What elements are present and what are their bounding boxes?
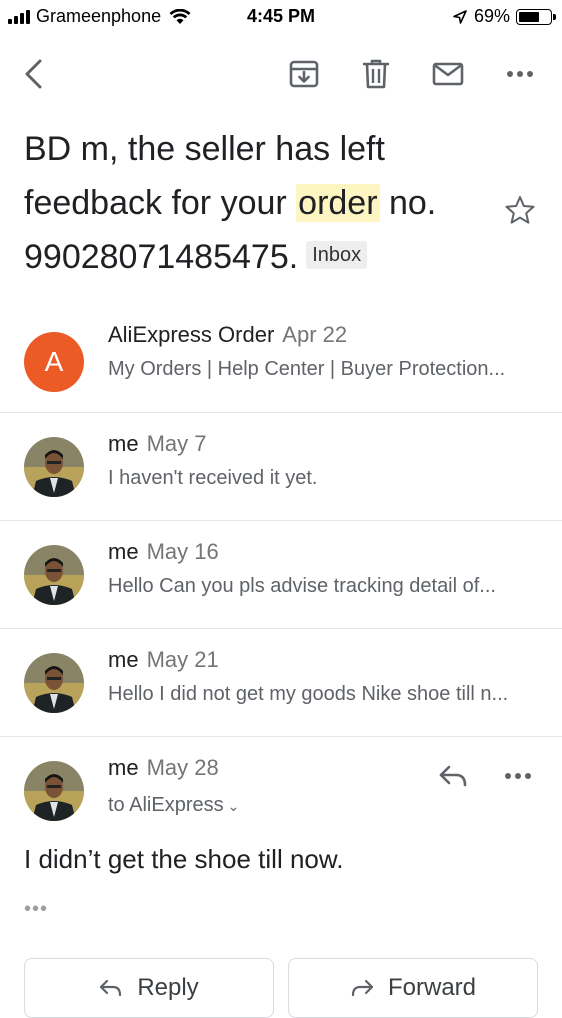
message-body: I didn’t get the shoe till now. xyxy=(24,844,344,874)
message-date: May 28 xyxy=(146,755,219,780)
mail-icon[interactable] xyxy=(428,54,468,94)
sender-name: me xyxy=(108,431,139,456)
sender-name: me xyxy=(108,647,139,672)
sender-name: AliExpress Order xyxy=(108,322,275,347)
message-header: me May 21 xyxy=(108,647,219,673)
forward-arrow-icon xyxy=(351,979,374,997)
subject-highlight: order xyxy=(296,184,380,222)
message-snippet: My Orders | Help Center | Buyer Protecti… xyxy=(108,358,506,380)
trash-icon[interactable] xyxy=(356,54,396,94)
message-snippet: I haven't received it yet. xyxy=(108,467,318,489)
reply-icon[interactable] xyxy=(438,763,472,797)
battery-percent: 69% xyxy=(473,6,510,26)
avatar xyxy=(24,761,84,821)
star-icon[interactable] xyxy=(504,194,536,226)
message-snippet: Hello I did not get my goods Nike shoe t… xyxy=(108,683,509,705)
recipient-text: to AliExpress xyxy=(108,794,224,816)
sender-name: me xyxy=(108,539,139,564)
avatar: A xyxy=(24,332,84,392)
back-arrow-icon[interactable] xyxy=(14,54,54,94)
message-date: May 21 xyxy=(146,647,219,672)
forward-label: Forward xyxy=(387,974,477,1001)
message-date: May 16 xyxy=(146,539,219,564)
message-item[interactable]: A AliExpress Order Apr 22 My Orders | Hel… xyxy=(0,304,562,412)
message-date: Apr 22 xyxy=(282,322,348,347)
recipient-details[interactable]: to AliExpress ⌄ xyxy=(108,794,239,817)
status-bar: Grameenphone 4:45 PM 69% xyxy=(0,0,562,34)
avatar xyxy=(24,653,84,713)
message-item[interactable]: me May 7 I haven't received it yet. xyxy=(0,412,562,520)
message-more-icon[interactable] xyxy=(504,767,538,787)
message-date: May 7 xyxy=(146,431,207,456)
show-trimmed-content-button[interactable]: ••• xyxy=(24,898,48,921)
chevron-down-icon: ⌄ xyxy=(227,798,240,814)
battery-fill xyxy=(519,11,539,22)
more-icon[interactable] xyxy=(500,54,540,94)
message-header: me May 16 xyxy=(108,539,219,565)
message-snippet: Hello Can you pls advise tracking detail… xyxy=(108,575,496,597)
battery-cap xyxy=(553,13,556,20)
status-right: 69% xyxy=(452,6,556,27)
reply-arrow-icon xyxy=(100,979,122,997)
inbox-label[interactable]: Inbox xyxy=(306,241,368,270)
forward-button[interactable]: Forward xyxy=(288,958,538,1018)
avatar xyxy=(24,545,84,605)
message-header: me May 28 xyxy=(108,755,219,781)
avatar xyxy=(24,437,84,497)
toolbar xyxy=(0,44,562,100)
message-item[interactable]: me May 21 Hello I did not get my goods Ni… xyxy=(0,628,562,736)
reply-label: Reply xyxy=(137,974,199,1001)
message-item[interactable]: me May 16 Hello Can you pls advise tracki… xyxy=(0,520,562,628)
location-arrow-icon xyxy=(453,9,467,24)
message-header: AliExpress Order Apr 22 xyxy=(108,322,347,348)
battery-icon xyxy=(516,8,556,25)
reply-button[interactable]: Reply xyxy=(24,958,274,1018)
sender-name: me xyxy=(108,755,139,780)
email-subject: BD m, the seller has left feedback for y… xyxy=(24,122,494,284)
message-header: me May 7 xyxy=(108,431,206,457)
archive-icon[interactable] xyxy=(284,54,324,94)
